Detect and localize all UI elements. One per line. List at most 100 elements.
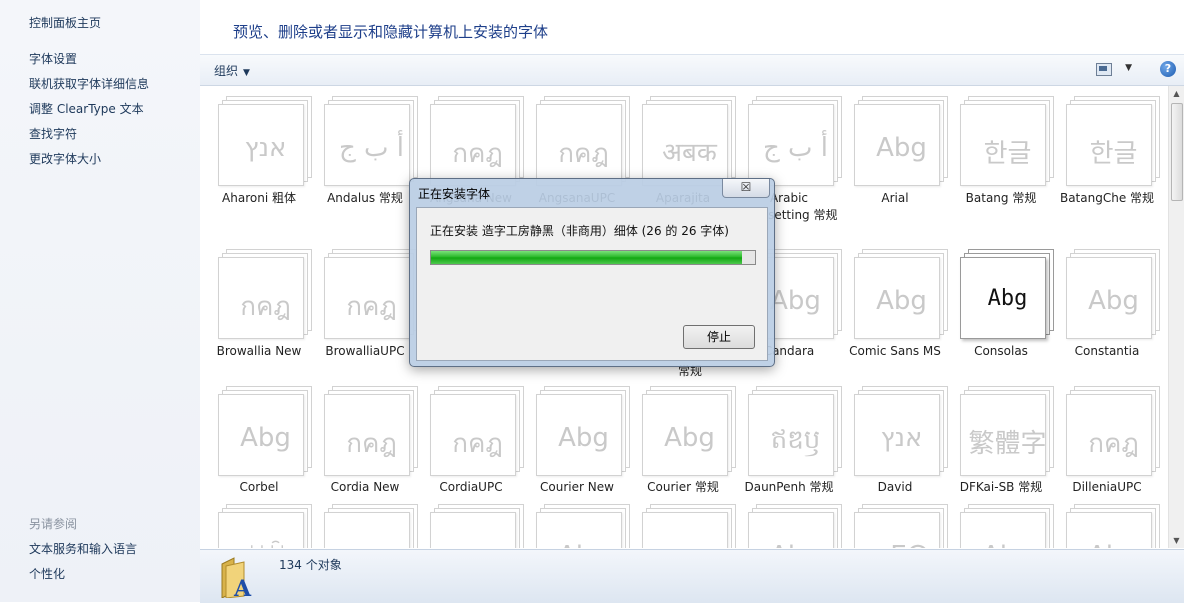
font-sample: Abg bbox=[876, 286, 927, 316]
install-progress-bar bbox=[430, 250, 756, 265]
font-file-icon: กคฎ bbox=[1066, 386, 1161, 476]
control-panel-home-link[interactable]: 控制面板主页 bbox=[29, 14, 101, 31]
font-file-icon: Abg bbox=[854, 96, 949, 186]
font-file-icon: กคฎ bbox=[218, 249, 313, 339]
dialog-body: 正在安装 造字工房静黑（非商用）细体 (26 的 26 字体) 停止 bbox=[416, 207, 768, 361]
font-file-icon: אנץ bbox=[854, 386, 949, 476]
font-sample: अबक bbox=[662, 138, 717, 168]
font-name: David bbox=[877, 480, 913, 494]
font-file-icon: Abg bbox=[218, 386, 313, 476]
font-file-icon: กคฎ bbox=[536, 96, 631, 186]
font-file-icon: Abg bbox=[960, 249, 1055, 339]
font-file-icon: Abg bbox=[536, 504, 631, 548]
find-character-link[interactable]: 查找字符 bbox=[29, 125, 77, 142]
chevron-down-icon: ▼ bbox=[243, 68, 250, 78]
font-sample: Abg bbox=[536, 541, 631, 548]
font-name: Arial bbox=[881, 191, 909, 205]
installing-fonts-dialog: 正在安装字体 ☒ 正在安装 造字工房静黑（非商用）细体 (26 的 26 字体)… bbox=[409, 178, 775, 367]
font-name: Courier 常规 bbox=[647, 480, 719, 494]
font-sample: Abg bbox=[960, 541, 1055, 548]
change-view-icon[interactable] bbox=[1096, 63, 1112, 76]
font-sample: กคฎ bbox=[346, 292, 397, 322]
text-services-link[interactable]: 文本服务和输入语言 bbox=[29, 540, 137, 557]
font-file-icon: กคฎ bbox=[430, 96, 525, 186]
organize-label: 组织 bbox=[214, 64, 239, 78]
font-name: Browallia New bbox=[216, 344, 302, 358]
install-status-text: 正在安装 造字工房静黑（非商用）细体 (26 的 26 字体) bbox=[430, 224, 729, 238]
font-sample: Abg bbox=[664, 423, 715, 453]
font-file-icon: अबक bbox=[642, 96, 737, 186]
stop-button[interactable]: 停止 bbox=[683, 325, 755, 349]
font-file-icon: Abg bbox=[642, 386, 737, 476]
font-name: DaunPenh 常规 bbox=[744, 480, 834, 494]
font-sample: Abg bbox=[1088, 286, 1139, 316]
page-title: 预览、删除或者显示和隐藏计算机上安装的字体 bbox=[233, 23, 549, 41]
dialog-title: 正在安装字体 bbox=[418, 187, 491, 201]
scroll-thumb[interactable] bbox=[1171, 103, 1183, 201]
font-name: Comic Sans MS bbox=[849, 344, 941, 358]
font-sample: 한글 bbox=[983, 139, 1032, 169]
navigation-pane: 控制面板主页 字体设置 联机获取字体详细信息 调整 ClearType 文本 查… bbox=[0, 0, 200, 602]
font-settings-link[interactable]: 字体设置 bbox=[29, 50, 77, 67]
font-sample: กคฎ bbox=[1088, 429, 1139, 459]
font-name: Constantia bbox=[1074, 344, 1140, 358]
font-file-icon: ⴰⵎⵔ bbox=[854, 504, 949, 548]
font-sample: 繁體字 bbox=[968, 429, 1047, 459]
font-sample: Abg bbox=[987, 286, 1028, 311]
font-name: DFKai-SB 常规 bbox=[959, 480, 1043, 494]
font-file-icon: กคฎ bbox=[324, 386, 419, 476]
progress-fill bbox=[431, 251, 743, 264]
font-file-icon: 한글 bbox=[1066, 96, 1161, 186]
font-name: BatangChe 常规 bbox=[1059, 191, 1155, 205]
details-pane: A 134 个对象 bbox=[200, 549, 1184, 603]
font-name: Batang 常规 bbox=[965, 191, 1037, 205]
vertical-scrollbar[interactable]: ▲ ▼ bbox=[1168, 86, 1184, 548]
see-also-heading: 另请参阅 bbox=[29, 517, 78, 531]
font-file-icon: Abg bbox=[1066, 504, 1161, 548]
font-file-icon: أ ب ج bbox=[748, 96, 843, 186]
font-file-icon: ꀀꀁ bbox=[218, 504, 313, 548]
help-icon[interactable]: ? bbox=[1160, 61, 1176, 77]
font-name: CordiaUPC bbox=[439, 480, 503, 494]
get-font-info-online-link[interactable]: 联机获取字体详细信息 bbox=[29, 75, 149, 92]
font-sample: 한글 bbox=[430, 541, 525, 548]
font-sample: Abg bbox=[240, 423, 291, 453]
command-bar: 组织 ▼ ▼ ? bbox=[200, 55, 1184, 86]
object-count: 134 个对象 bbox=[279, 558, 342, 572]
font-sample: กคฎ bbox=[240, 292, 291, 322]
fonts-folder-icon: A bbox=[221, 557, 252, 598]
font-name: Courier New bbox=[540, 480, 614, 494]
scroll-down-arrow-icon[interactable]: ▼ bbox=[1169, 533, 1184, 548]
font-name: Cordia New bbox=[330, 480, 400, 494]
font-file-icon: أ ب ج bbox=[324, 96, 419, 186]
font-sample: 한글 bbox=[324, 541, 419, 548]
font-sample: Abg bbox=[558, 423, 609, 453]
font-name: Aharoni 粗体 bbox=[222, 191, 296, 205]
scroll-up-arrow-icon[interactable]: ▲ bbox=[1169, 86, 1184, 101]
font-name: Andalus 常规 bbox=[327, 191, 403, 205]
font-sample: Abg bbox=[748, 541, 843, 548]
font-sample: ឥឌឫ bbox=[770, 425, 821, 455]
svg-text:A: A bbox=[233, 576, 252, 598]
font-sample: กคฎ bbox=[452, 139, 503, 169]
close-icon[interactable]: ☒ bbox=[722, 179, 770, 198]
font-sample: กคฎ bbox=[558, 139, 609, 169]
font-name: DilleniaUPC bbox=[1072, 480, 1142, 494]
view-options-chevron-icon[interactable]: ▼ bbox=[1125, 63, 1132, 73]
organize-button[interactable]: 组织 ▼ bbox=[214, 62, 250, 79]
font-sample: אנץ bbox=[244, 133, 287, 163]
font-sample: Abg bbox=[1066, 541, 1161, 548]
change-font-size-link[interactable]: 更改字体大小 bbox=[29, 150, 101, 167]
font-sample: 한글 bbox=[1089, 139, 1138, 169]
font-sample: กคฎ bbox=[346, 429, 397, 459]
font-file-icon: กคฎ bbox=[430, 386, 525, 476]
personalization-link[interactable]: 个性化 bbox=[29, 565, 65, 582]
adjust-cleartype-link[interactable]: 调整 ClearType 文本 bbox=[29, 100, 144, 117]
font-file-icon: Abg bbox=[536, 386, 631, 476]
font-sample: אנץ bbox=[880, 423, 923, 453]
font-sheet bbox=[642, 512, 728, 548]
font-file-icon bbox=[642, 504, 737, 548]
font-sample: أ ب ج bbox=[762, 133, 828, 163]
font-file-icon: 한글 bbox=[960, 96, 1055, 186]
font-file-icon: Abg bbox=[854, 249, 949, 339]
